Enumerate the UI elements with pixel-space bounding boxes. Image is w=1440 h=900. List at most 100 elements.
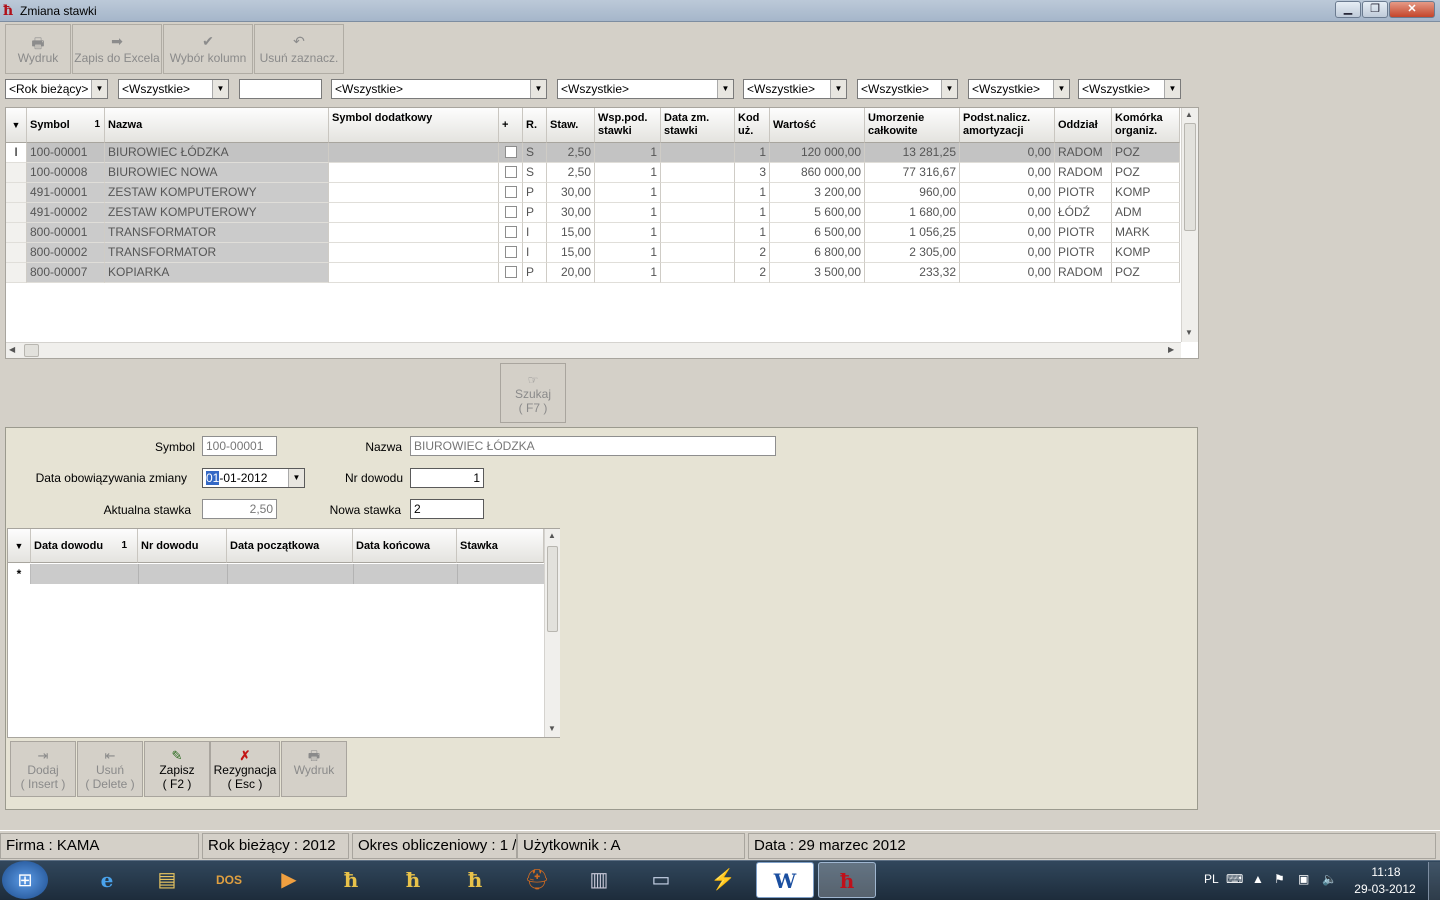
text-filter-input[interactable] — [239, 79, 322, 99]
print-form-button[interactable]: 🖶 Wydruk — [281, 741, 347, 797]
filter-1[interactable]: <Wszystkie> ▼ — [118, 79, 229, 99]
app-h-icon[interactable]: ħ — [322, 862, 380, 898]
scroll-up-icon[interactable]: ▲ — [1185, 110, 1193, 119]
clock-date[interactable]: 29-03-2012 — [1352, 882, 1418, 896]
volume-icon[interactable]: 🔈 — [1322, 872, 1337, 886]
close-button[interactable]: ✕ — [1389, 1, 1435, 18]
scroll-thumb[interactable] — [547, 546, 558, 632]
chevron-down-icon[interactable]: ▼ — [941, 80, 957, 98]
table-row[interactable]: 800-00001 TRANSFORMATOR I 15,00 1 1 6 500,00 1 … — [6, 223, 1180, 243]
header-data-dowodu[interactable]: Data dowodu 1 — [31, 529, 138, 563]
header-data-zm[interactable]: Data zm. stawki — [661, 108, 735, 143]
header-symbol-dodatkowy[interactable]: Symbol dodatkowy — [329, 108, 499, 143]
clear-selection-button[interactable]: ↶ Usuń zaznacz. — [254, 24, 344, 74]
scroll-up-icon[interactable]: ▲ — [548, 531, 556, 540]
table-row[interactable]: I 100-00001 BIUROWIEC ŁÓDZKA S 2,50 1 1 120 000… — [6, 143, 1180, 163]
grid-menu-button[interactable]: ▼ — [6, 108, 27, 143]
filter-2[interactable]: <Wszystkie> ▼ — [331, 79, 547, 99]
year-filter[interactable]: <Rok bieżący> ▼ — [5, 79, 108, 99]
row-checkbox[interactable] — [499, 243, 523, 263]
nr-dowodu-field[interactable]: 1 — [410, 468, 484, 488]
chevron-down-icon[interactable]: ▼ — [717, 80, 733, 98]
clock-time[interactable]: 11:18 — [1368, 865, 1404, 879]
row-checkbox[interactable] — [499, 143, 523, 163]
symbol-field[interactable]: 100-00001 — [202, 436, 277, 456]
header-plus[interactable]: + — [499, 108, 523, 143]
lightning-app-icon[interactable]: ⚡ — [694, 862, 752, 898]
word-icon[interactable]: W — [756, 862, 814, 898]
table-row[interactable]: 491-00002 ZESTAW KOMPUTEROWY P 30,00 1 1 5 600… — [6, 203, 1180, 223]
chevron-down-icon[interactable]: ▼ — [830, 80, 846, 98]
app-h-icon[interactable]: ħ — [384, 862, 442, 898]
search-button[interactable]: ☞ Szukaj ( F7 ) — [500, 363, 566, 423]
start-button[interactable]: ⊞ — [2, 861, 48, 899]
print-button[interactable]: 🖶 Wydruk — [5, 24, 71, 74]
header-nr-dowodu[interactable]: Nr dowodu — [138, 529, 227, 563]
header-oddzial[interactable]: Oddział — [1055, 108, 1112, 143]
flag-icon[interactable]: ⚑ — [1274, 872, 1285, 886]
table-row[interactable]: 100-00008 BIUROWIEC NOWA S 2,50 1 3 860 000,00… — [6, 163, 1180, 183]
header-symbol[interactable]: Symbol 1 — [27, 108, 105, 143]
chevron-down-icon[interactable]: ▼ — [212, 80, 228, 98]
row-checkbox[interactable] — [499, 263, 523, 283]
tools-app-icon[interactable]: ▥ — [570, 862, 628, 898]
vertical-scrollbar[interactable]: ▲ ▼ — [1181, 108, 1198, 342]
internet-explorer-icon[interactable]: e — [78, 862, 136, 898]
header-nazwa[interactable]: Nazwa — [105, 108, 329, 143]
header-r[interactable]: R. — [523, 108, 547, 143]
row-checkbox[interactable] — [499, 203, 523, 223]
history-grid[interactable]: ▼ Data dowodu 1 Nr dowodu Data początkowa… — [7, 528, 560, 738]
filter-4[interactable]: <Wszystkie> ▼ — [743, 79, 847, 99]
row-checkbox[interactable] — [499, 163, 523, 183]
file-explorer-icon[interactable]: ▤ — [138, 862, 196, 898]
table-row[interactable]: 800-00007 KOPIARKA P 20,00 1 2 3 500,00 233,32 0… — [6, 263, 1180, 283]
header-komorka[interactable]: Komórka organiz. — [1112, 108, 1180, 143]
scroll-right-icon[interactable]: ▶ — [1168, 345, 1174, 354]
delete-button[interactable]: ⇤ Usuń ( Delete ) — [77, 741, 143, 797]
new-row[interactable]: * — [8, 564, 544, 584]
nazwa-field[interactable]: BIUROWIEC ŁÓDZKA — [410, 436, 776, 456]
helmet-app-icon[interactable]: ⛑ — [508, 862, 566, 898]
header-data-koncowa[interactable]: Data końcowa — [353, 529, 457, 563]
scroll-left-icon[interactable]: ◀ — [9, 345, 15, 354]
column-choice-button[interactable]: ✔ Wybór kolumn — [163, 24, 253, 74]
aktualna-stawka-field[interactable]: 2,50 — [202, 499, 277, 519]
assets-grid[interactable]: ▼ Symbol 1 Nazwa Symbol dodatkowy + R. S… — [5, 107, 1199, 359]
filter-5[interactable]: <Wszystkie> ▼ — [857, 79, 958, 99]
header-umorzenie[interactable]: Umorzenie całkowite — [865, 108, 960, 143]
minimize-button[interactable]: ▁ — [1335, 1, 1361, 18]
chevron-down-icon[interactable]: ▼ — [1053, 80, 1069, 98]
filter-7[interactable]: <Wszystkie> ▼ — [1078, 79, 1181, 99]
dos-app-icon[interactable]: DOS — [200, 862, 258, 898]
chevron-down-icon[interactable]: ▼ — [91, 80, 107, 98]
chevron-down-icon[interactable]: ▼ — [1164, 80, 1180, 98]
save-button[interactable]: ✎ Zapisz ( F2 ) — [144, 741, 210, 797]
language-indicator[interactable]: PL — [1204, 872, 1219, 886]
horizontal-scrollbar[interactable]: ◀ ▶ — [6, 342, 1181, 358]
scroll-down-icon[interactable]: ▼ — [1185, 328, 1193, 337]
hscroll-thumb[interactable] — [24, 344, 39, 357]
window-app-icon[interactable]: ▭ — [632, 862, 690, 898]
active-app-icon[interactable]: ħ — [818, 862, 876, 898]
chevron-down-icon[interactable]: ▼ — [530, 80, 546, 98]
grid2-scrollbar[interactable]: ▲ ▼ — [544, 529, 560, 737]
header-kod[interactable]: Kod uż. — [735, 108, 770, 143]
row-checkbox[interactable] — [499, 183, 523, 203]
scroll-thumb[interactable] — [1184, 123, 1196, 231]
nowa-stawka-field[interactable]: 2 — [410, 499, 484, 519]
filter-6[interactable]: <Wszystkie> ▼ — [968, 79, 1070, 99]
show-desktop-button[interactable] — [1428, 862, 1440, 900]
filter-3[interactable]: <Wszystkie> ▼ — [557, 79, 734, 99]
header-wartosc[interactable]: Wartość — [770, 108, 865, 143]
chevron-down-icon[interactable]: ▼ — [288, 469, 304, 487]
media-player-icon[interactable]: ▶ — [260, 862, 318, 898]
row-checkbox[interactable] — [499, 223, 523, 243]
header-podstawa[interactable]: Podst.nalicz. amortyzacji — [960, 108, 1055, 143]
add-button[interactable]: ⇥ Dodaj ( Insert ) — [10, 741, 76, 797]
maximize-button[interactable]: ❐ — [1362, 1, 1388, 18]
tray-arrow-icon[interactable]: ▲ — [1252, 872, 1264, 886]
excel-export-button[interactable]: ➡ Zapis do Excela — [72, 24, 162, 74]
cancel-button[interactable]: ✗ Rezygnacja ( Esc ) — [210, 741, 280, 797]
header-wsp[interactable]: Wsp.pod. stawki — [595, 108, 661, 143]
app-h-icon[interactable]: ħ — [446, 862, 504, 898]
